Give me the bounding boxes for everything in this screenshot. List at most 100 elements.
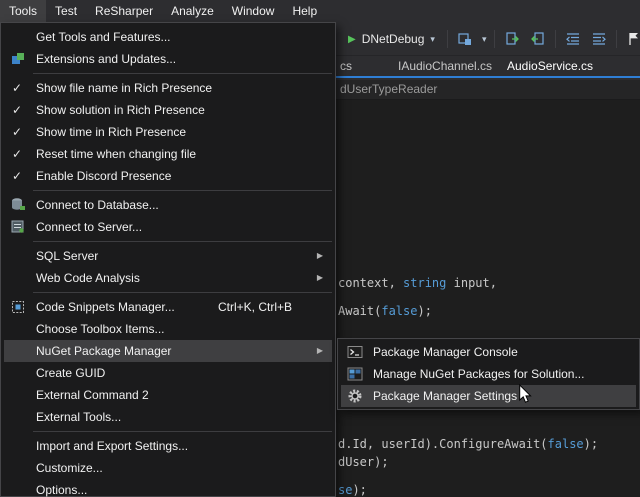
menu-item-connect-to-database[interactable]: Connect to Database... bbox=[4, 194, 332, 216]
nuget-submenu: Package Manager Console Manage NuGet Pac… bbox=[337, 338, 640, 410]
menu-separator bbox=[33, 431, 332, 432]
breadcrumb[interactable]: dUserTypeReader bbox=[340, 82, 437, 96]
code-token: input, bbox=[446, 276, 497, 290]
tab-iaudiochannel[interactable]: IAudioChannel.cs bbox=[398, 59, 492, 73]
menu-item-label: External Command 2 bbox=[36, 388, 149, 402]
menu-item-label: Manage NuGet Packages for Solution... bbox=[373, 367, 584, 381]
mouse-cursor bbox=[518, 384, 532, 409]
menu-separator bbox=[33, 292, 332, 293]
code-token: se bbox=[338, 483, 352, 497]
menubar-item-resharper[interactable]: ReSharper bbox=[86, 0, 162, 22]
toolbar-separator bbox=[494, 30, 495, 48]
snippets-icon bbox=[10, 299, 26, 315]
export-document-icon[interactable] bbox=[503, 30, 521, 48]
menu-item-manage-nuget-packages-for-solution[interactable]: Manage NuGet Packages for Solution... bbox=[341, 363, 636, 385]
menu-item-label: Show solution in Rich Presence bbox=[36, 103, 205, 117]
checkmark-icon: ✓ bbox=[12, 121, 22, 143]
menu-item-label: Create GUID bbox=[36, 366, 105, 380]
menu-item-label: Customize... bbox=[36, 461, 103, 475]
menu-item-show-time-rich-presence[interactable]: ✓ Show time in Rich Presence bbox=[4, 121, 332, 143]
code-line: d.Id, userId).ConfigureAwait(false); bbox=[338, 437, 598, 451]
menu-item-package-manager-settings[interactable]: Package Manager Settings bbox=[341, 385, 636, 407]
tab-audioservice[interactable]: AudioService.cs bbox=[507, 59, 593, 73]
extensions-icon bbox=[10, 51, 26, 67]
menu-item-customize[interactable]: Customize... bbox=[4, 457, 332, 479]
menubar-item-test[interactable]: Test bbox=[46, 0, 86, 22]
menubar-item-window[interactable]: Window bbox=[223, 0, 284, 22]
menu-item-label: Package Manager Settings bbox=[373, 389, 517, 403]
menu-item-options[interactable]: Options... bbox=[4, 479, 332, 497]
code-line: Await(false); bbox=[338, 304, 432, 318]
menu-item-label: Connect to Server... bbox=[36, 220, 142, 234]
menu-item-label: Web Code Analysis bbox=[36, 271, 140, 285]
code-token: d.Id, userId).ConfigureAwait( bbox=[338, 437, 548, 451]
menu-item-external-command-2[interactable]: External Command 2 bbox=[4, 384, 332, 406]
code-token: ); bbox=[417, 304, 431, 318]
decrease-indent-icon[interactable] bbox=[564, 30, 582, 48]
menu-item-code-snippets-manager[interactable]: Code Snippets Manager... Ctrl+K, Ctrl+B bbox=[4, 296, 332, 318]
code-token: false bbox=[381, 304, 417, 318]
start-debug-button[interactable]: ▶ DNetDebug ▾ bbox=[344, 30, 439, 48]
menubar-item-help[interactable]: Help bbox=[283, 0, 326, 22]
code-token: dUser); bbox=[338, 455, 389, 469]
menu-item-label: Import and Export Settings... bbox=[36, 439, 188, 453]
menu-separator bbox=[33, 73, 332, 74]
menu-item-label: Package Manager Console bbox=[373, 345, 518, 359]
menu-item-package-manager-console[interactable]: Package Manager Console bbox=[341, 341, 636, 363]
menu-item-sql-server[interactable]: SQL Server ▶ bbox=[4, 245, 332, 267]
menu-separator bbox=[33, 241, 332, 242]
submenu-arrow-icon: ▶ bbox=[317, 267, 323, 289]
menu-item-label: Options... bbox=[36, 483, 87, 497]
menu-item-show-solution-rich-presence[interactable]: ✓ Show solution in Rich Presence bbox=[4, 99, 332, 121]
menu-bar: Tools Test ReSharper Analyze Window Help bbox=[0, 0, 640, 22]
code-token: ); bbox=[584, 437, 598, 451]
tools-menu: Get Tools and Features... Extensions and… bbox=[0, 22, 336, 497]
menu-item-import-and-export-settings[interactable]: Import and Export Settings... bbox=[4, 435, 332, 457]
import-document-icon[interactable] bbox=[529, 30, 547, 48]
bookmark-icon[interactable] bbox=[625, 30, 640, 48]
menu-item-extensions-and-updates[interactable]: Extensions and Updates... bbox=[4, 48, 332, 70]
run-config-label: DNetDebug bbox=[362, 32, 425, 46]
menu-item-external-tools[interactable]: External Tools... bbox=[4, 406, 332, 428]
menu-item-nuget-package-manager[interactable]: NuGet Package Manager ▶ bbox=[4, 340, 332, 362]
menu-item-create-guid[interactable]: Create GUID bbox=[4, 362, 332, 384]
code-token: context, bbox=[338, 276, 403, 290]
checkmark-icon: ✓ bbox=[12, 77, 22, 99]
menu-item-label: Show file name in Rich Presence bbox=[36, 81, 212, 95]
play-icon: ▶ bbox=[348, 34, 356, 45]
code-token: string bbox=[403, 276, 446, 290]
server-icon bbox=[10, 219, 26, 235]
gear-icon bbox=[347, 388, 363, 404]
chevron-down-icon[interactable]: ▾ bbox=[482, 34, 487, 45]
code-token: Await( bbox=[338, 304, 381, 318]
menubar-item-analyze[interactable]: Analyze bbox=[162, 0, 223, 22]
menu-item-connect-to-server[interactable]: Connect to Server... bbox=[4, 216, 332, 238]
menu-item-label: Show time in Rich Presence bbox=[36, 125, 186, 139]
menu-item-shortcut: Ctrl+K, Ctrl+B bbox=[218, 296, 292, 318]
menu-item-label: SQL Server bbox=[36, 249, 98, 263]
menu-item-reset-time-when-changing-file[interactable]: ✓ Reset time when changing file bbox=[4, 143, 332, 165]
menu-item-get-tools-and-features[interactable]: Get Tools and Features... bbox=[4, 26, 332, 48]
menu-item-enable-discord-presence[interactable]: ✓ Enable Discord Presence bbox=[4, 165, 332, 187]
toolbar-separator bbox=[616, 30, 617, 48]
menubar-item-tools[interactable]: Tools bbox=[0, 0, 46, 22]
menu-item-choose-toolbox-items[interactable]: Choose Toolbox Items... bbox=[4, 318, 332, 340]
menu-item-label: External Tools... bbox=[36, 410, 121, 424]
menu-item-label: Reset time when changing file bbox=[36, 147, 196, 161]
checkmark-icon: ✓ bbox=[12, 165, 22, 187]
increase-indent-icon[interactable] bbox=[590, 30, 608, 48]
menu-item-label: NuGet Package Manager bbox=[36, 344, 171, 358]
vs-window: Tools Test ReSharper Analyze Window Help… bbox=[0, 0, 640, 497]
console-icon bbox=[347, 344, 363, 360]
menu-item-show-file-name-rich-presence[interactable]: ✓ Show file name in Rich Presence bbox=[4, 77, 332, 99]
code-token: ); bbox=[352, 483, 366, 497]
checkmark-icon: ✓ bbox=[12, 143, 22, 165]
menu-separator bbox=[33, 190, 332, 191]
menu-item-label: Get Tools and Features... bbox=[36, 30, 171, 44]
code-line: context, string input, bbox=[338, 276, 497, 290]
toolbar-content: ▶ DNetDebug ▾ ▾ bbox=[344, 22, 640, 56]
attach-debugger-icon[interactable] bbox=[456, 30, 474, 48]
chevron-down-icon: ▾ bbox=[430, 34, 435, 45]
menu-item-web-code-analysis[interactable]: Web Code Analysis ▶ bbox=[4, 267, 332, 289]
tab-partial[interactable]: cs bbox=[340, 59, 352, 73]
